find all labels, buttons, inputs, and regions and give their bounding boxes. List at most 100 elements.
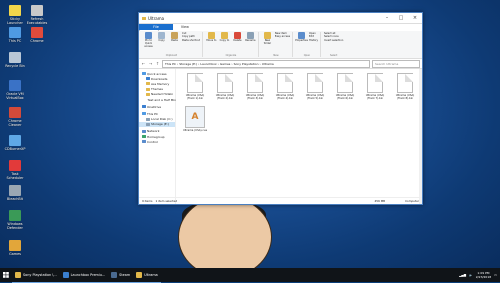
easy-access-button[interactable]: Easy access bbox=[275, 35, 290, 38]
paste-button[interactable]: Paste bbox=[169, 32, 180, 48]
new-folder-label: New folder bbox=[263, 39, 272, 45]
new-folder-button[interactable]: New folder bbox=[262, 32, 273, 46]
new-folder-icon bbox=[263, 32, 271, 39]
file-item[interactable]: Ultrama (USA) (Track 3).bin bbox=[242, 73, 268, 100]
title-bar[interactable]: Ultrama – □ × bbox=[139, 13, 422, 24]
breadcrumb-item[interactable]: Sony Playstation bbox=[234, 62, 259, 66]
bin-file-icon bbox=[187, 73, 203, 93]
file-item[interactable]: Ultrama (USA) (Track 2).bin bbox=[212, 73, 238, 100]
back-arrow-icon[interactable]: ← bbox=[141, 61, 146, 66]
folder-icon bbox=[142, 16, 146, 20]
desktop-icon[interactable]: BleachBit bbox=[4, 185, 26, 201]
desktop-icon[interactable]: Chrome bbox=[26, 27, 48, 43]
invert-selection-button[interactable]: Invert selection bbox=[324, 39, 343, 42]
move-to-button[interactable]: Move to bbox=[206, 32, 217, 43]
maximize-button[interactable]: □ bbox=[394, 15, 408, 21]
breadcrumb-separator-icon[interactable]: › bbox=[260, 62, 261, 66]
desktop-icon-label: Chrome Cleaner bbox=[8, 119, 22, 127]
taskbar-app-button[interactable]: Ultrama bbox=[133, 268, 161, 283]
search-box[interactable]: Search Ultrama bbox=[372, 59, 420, 68]
taskbar-app-button[interactable]: Steam bbox=[108, 268, 134, 283]
tab-file[interactable]: File bbox=[139, 24, 173, 30]
file-item[interactable]: A Ultrama (USA).cue bbox=[182, 106, 208, 132]
taskbar-app-button[interactable]: Launchbox Premiu... bbox=[59, 268, 109, 283]
breadcrumb-separator-icon[interactable]: › bbox=[177, 62, 178, 66]
desktop-icon[interactable]: Sticky Launcher bbox=[4, 5, 26, 25]
search-placeholder: Search Ultrama bbox=[375, 61, 399, 66]
notifications-icon[interactable]: ▭ bbox=[494, 273, 497, 277]
breadcrumb-item[interactable]: Ultrama bbox=[262, 62, 274, 66]
nav-item[interactable]: Storage (E:) bbox=[139, 121, 175, 127]
file-item[interactable]: Ultrama (USA) (Track 1).bin bbox=[182, 73, 208, 100]
taskbar-app-button[interactable]: Sony Playstation \... bbox=[12, 268, 60, 283]
properties-button[interactable]: Properties bbox=[295, 32, 308, 43]
volume-icon[interactable]: 🔈 bbox=[469, 273, 473, 277]
bin-file-icon bbox=[277, 73, 293, 93]
rename-button[interactable]: Rename bbox=[245, 32, 256, 43]
breadcrumb-item[interactable]: Launchbox bbox=[200, 62, 216, 66]
vertical-scrollbar[interactable] bbox=[419, 69, 422, 204]
taskbar-app-label: Ultrama bbox=[144, 272, 158, 277]
up-arrow-icon[interactable]: ↑ bbox=[155, 61, 160, 66]
desktop-app-icon bbox=[31, 5, 43, 16]
breadcrumb-separator-icon[interactable]: › bbox=[198, 62, 199, 66]
breadcrumb-separator-icon[interactable]: › bbox=[231, 62, 232, 66]
desktop-icon[interactable]: Windows Defender bbox=[4, 210, 26, 230]
nav-item[interactable]: Control bbox=[139, 139, 175, 144]
minimize-button[interactable]: – bbox=[380, 15, 394, 21]
file-item[interactable]: Ultrama (USA) (Track 6).bin bbox=[332, 73, 358, 100]
bin-file-icon bbox=[217, 73, 233, 93]
window-title: Ultrama bbox=[148, 15, 165, 21]
desktop-icon[interactable]: Chrome Cleaner bbox=[4, 107, 26, 127]
delete-button[interactable]: Delete bbox=[232, 32, 243, 43]
breadcrumb-item[interactable]: This PC bbox=[165, 62, 176, 66]
copy-button[interactable]: Copy bbox=[156, 32, 167, 48]
desktop-app-icon bbox=[9, 80, 21, 91]
nav-item-icon bbox=[142, 72, 146, 76]
desktop-icon-label: BleachBit bbox=[6, 197, 24, 201]
clipboard-group: Pin to Quick access Copy Paste Cut Copy … bbox=[141, 32, 203, 57]
nav-item[interactable]: Test and a Half Mix bbox=[139, 97, 176, 102]
breadcrumb-separator-icon[interactable]: › bbox=[218, 62, 219, 66]
tab-view[interactable]: View bbox=[177, 24, 193, 31]
nav-item[interactable]: OneDrive bbox=[139, 104, 175, 109]
pin-label: Pin to Quick access bbox=[144, 39, 153, 48]
forward-arrow-icon[interactable]: → bbox=[148, 61, 153, 66]
file-item[interactable]: Ultrama (USA) (Track 4).bin bbox=[272, 73, 298, 100]
file-name: Ultrama (USA) (Track 7).bin bbox=[365, 94, 385, 101]
ribbon: Pin to Quick access Copy Paste Cut Copy … bbox=[139, 31, 422, 59]
breadcrumb-item[interactable]: Games bbox=[220, 62, 231, 66]
title-area: Ultrama bbox=[139, 16, 380, 21]
breadcrumb-item[interactable]: Storage (E:) bbox=[179, 62, 197, 66]
file-item[interactable]: Ultrama (USA) (Track 7).bin bbox=[362, 73, 388, 100]
selection-size: 456 MB bbox=[374, 199, 386, 203]
taskbar: Sony Playstation \... Launchbox Premiu...… bbox=[0, 268, 500, 283]
nav-item-label: Themes bbox=[151, 87, 163, 92]
desktop-icon[interactable]: Task Scheduler bbox=[4, 160, 26, 180]
desktop-app-icon bbox=[9, 27, 21, 38]
file-item[interactable]: Ultrama (USA) (Track 8).bin bbox=[392, 73, 418, 100]
desktop-icon[interactable]: This PC bbox=[4, 27, 26, 43]
delete-icon bbox=[233, 32, 241, 39]
file-item[interactable]: Ultrama (USA) (Track 5).bin bbox=[302, 73, 328, 100]
open-group: Properties Open Edit History Open bbox=[294, 32, 321, 57]
copy-to-button[interactable]: Copy to bbox=[219, 32, 230, 43]
desktop-icon[interactable]: Recycle Bin bbox=[4, 52, 26, 68]
desktop-icon[interactable]: Games bbox=[4, 240, 26, 256]
taskbar-app-icon bbox=[136, 271, 143, 278]
windows-icon bbox=[3, 272, 9, 278]
desktop-icon[interactable]: Refresh Executables bbox=[26, 5, 48, 25]
pin-button[interactable]: Pin to Quick access bbox=[143, 32, 154, 48]
history-button[interactable]: History bbox=[309, 39, 318, 42]
desktop-icon-label: CDBurnerXP bbox=[4, 147, 26, 151]
close-button[interactable]: × bbox=[408, 15, 422, 21]
network-icon[interactable]: ▂▄▆ bbox=[459, 273, 466, 277]
clock[interactable]: 1:09 PM 2/23/2018 bbox=[476, 271, 491, 279]
start-button[interactable] bbox=[0, 268, 12, 282]
desktop-icon[interactable]: Oracle VM VirtualBox bbox=[4, 80, 26, 100]
copy-to-label: Copy to bbox=[219, 39, 230, 42]
paste-shortcut-button[interactable]: Paste shortcut bbox=[182, 39, 200, 42]
bin-file-icon bbox=[337, 73, 353, 93]
desktop-icon[interactable]: CDBurnerXP bbox=[4, 135, 26, 151]
address-bar[interactable]: This PC › Storage (E:) › Launchbox › Games › Son… bbox=[162, 59, 370, 68]
